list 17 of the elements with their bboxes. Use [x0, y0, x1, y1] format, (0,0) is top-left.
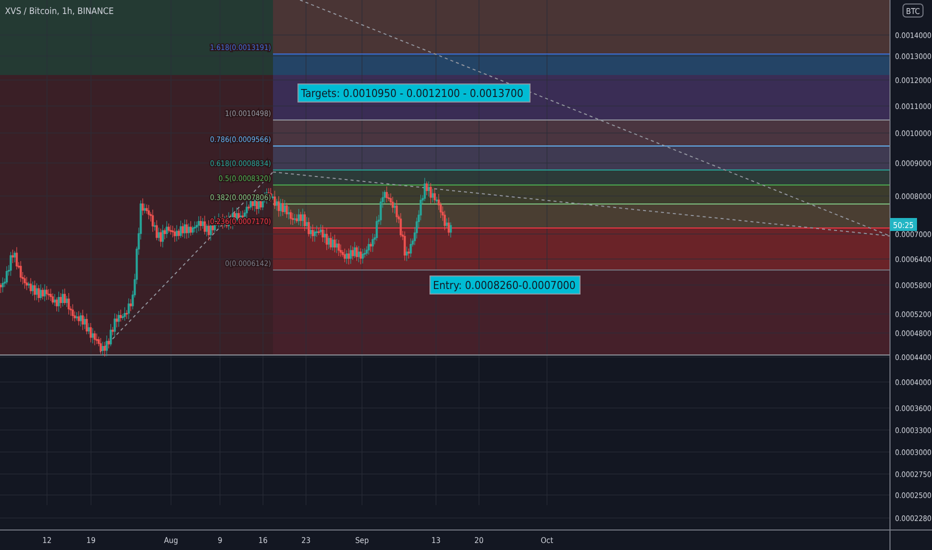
- date-tick-label: Sep: [355, 536, 369, 545]
- date-tick-label: 23: [301, 536, 311, 545]
- currency-badge[interactable]: BTC: [902, 4, 924, 18]
- entry-label: Entry: 0.0008260-0.0007000: [430, 276, 580, 294]
- date-tick-label: Aug: [164, 536, 178, 545]
- trend-line[interactable]: [300, 0, 890, 236]
- targets-label: Targets: 0.0010950 - 0.0012100 - 0.0013700: [298, 84, 530, 102]
- date-tick-label: 20: [474, 536, 484, 545]
- date-tick-label: Oct: [540, 536, 554, 545]
- trend-line[interactable]: [100, 172, 274, 352]
- date-tick-label: 9: [218, 536, 222, 545]
- date-tick-label: 16: [258, 536, 268, 545]
- countdown-tag: 50:25: [890, 218, 917, 231]
- date-tick-label: 13: [431, 536, 441, 545]
- date-tick-label: 12: [42, 536, 52, 545]
- date-tick-label: 19: [86, 536, 96, 545]
- symbol-title: XVS / Bitcoin, 1h, BINANCE: [5, 7, 114, 17]
